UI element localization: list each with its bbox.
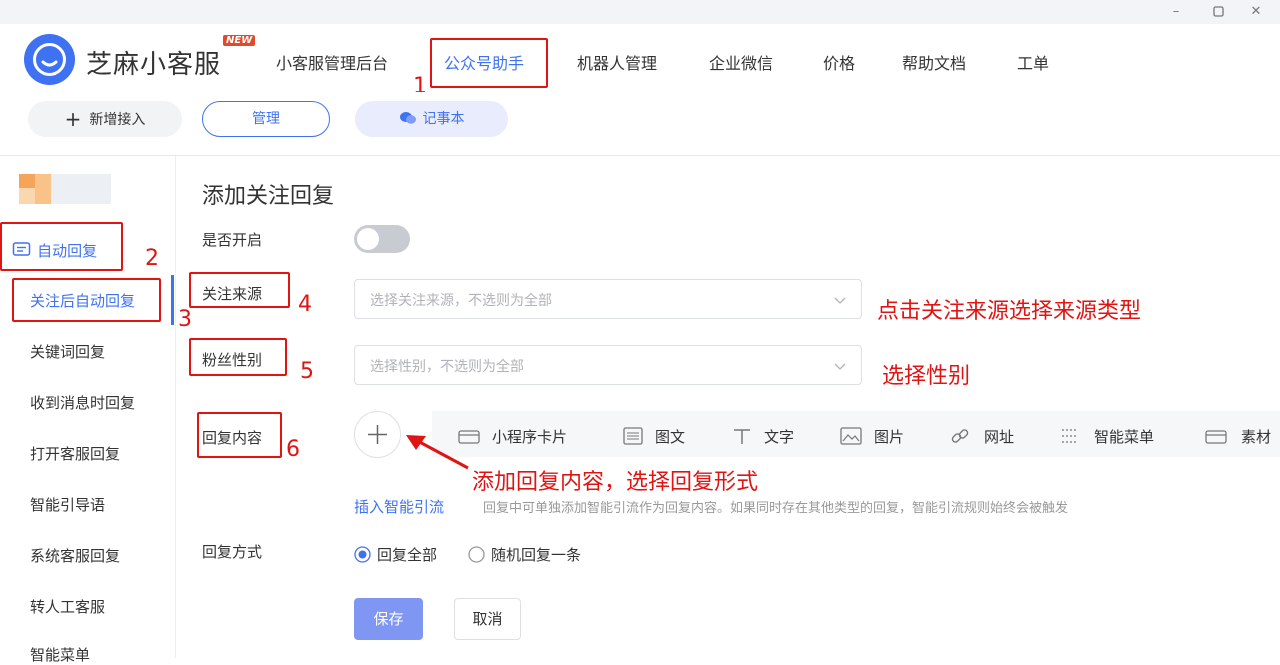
- annotation-number-2: 2: [145, 246, 159, 271]
- annotation-box-nav: [430, 38, 548, 88]
- nav-item-wecom[interactable]: 企业微信: [709, 50, 773, 74]
- source-select-placeholder: 选择关注来源，不选则为全部: [370, 293, 552, 309]
- annotation-number-3: 3: [178, 307, 192, 332]
- chat-icon: [399, 104, 417, 138]
- enable-toggle[interactable]: [354, 225, 410, 253]
- reply-mode-random[interactable]: 随机回复一条: [468, 544, 581, 567]
- plus-icon: +: [64, 107, 82, 131]
- plus-icon: [355, 412, 400, 461]
- reply-mode-all-label: 回复全部: [377, 546, 438, 564]
- reply-mode-all[interactable]: 回复全部: [354, 544, 437, 567]
- reply-mode-random-label: 随机回复一条: [491, 546, 582, 564]
- chevron-down-icon: [833, 358, 847, 377]
- account-avatar[interactable]: [19, 174, 111, 204]
- close-icon[interactable]: ✕: [1246, 2, 1266, 22]
- material-icon: [1205, 429, 1227, 449]
- minimize-icon[interactable]: –: [1166, 2, 1186, 22]
- toggle-knob: [357, 228, 379, 250]
- nav-item-backend[interactable]: 小客服管理后台: [276, 50, 388, 74]
- annotation-number-5: 5: [300, 359, 314, 384]
- annotation-box-content: [197, 412, 282, 458]
- article-icon: [623, 427, 643, 449]
- add-content-button[interactable]: [354, 411, 401, 458]
- annotation-gender-note: 选择性别: [882, 364, 971, 389]
- annotation-box-follow-reply: [12, 278, 161, 322]
- reply-mode-label: 回复方式: [202, 543, 263, 561]
- content-type-article[interactable]: 图文: [623, 426, 685, 449]
- content-type-image[interactable]: 图片: [840, 426, 904, 449]
- insert-smart-flow-link[interactable]: 插入智能引流: [354, 496, 444, 517]
- menu-icon: [1060, 427, 1080, 449]
- annotation-source-note: 点击关注来源选择来源类型: [877, 299, 1142, 324]
- content-type-link[interactable]: 网址: [950, 426, 1014, 449]
- annotation-arrow: [404, 432, 474, 476]
- nav-item-robot-management[interactable]: 机器人管理: [577, 50, 657, 74]
- window-titlebar: [0, 0, 1280, 24]
- radio-checked-icon: [354, 546, 371, 567]
- sidebar-item-system-service-reply[interactable]: 系统客服回复: [30, 545, 120, 566]
- annotation-number-4: 4: [298, 292, 312, 317]
- gender-select[interactable]: 选择性别，不选则为全部: [354, 345, 862, 385]
- chevron-down-icon: [833, 292, 847, 311]
- sidebar-item-message-reply[interactable]: 收到消息时回复: [30, 392, 135, 413]
- annotation-box-gender: [189, 338, 287, 376]
- save-button[interactable]: 保存: [354, 598, 423, 640]
- nav-item-price[interactable]: 价格: [823, 50, 855, 74]
- radio-unchecked-icon: [468, 546, 485, 567]
- cancel-button[interactable]: 取消: [454, 598, 521, 640]
- annotation-box-source: [189, 272, 290, 308]
- content-type-smart-menu[interactable]: 智能菜单: [1060, 426, 1154, 449]
- enable-label: 是否开启: [202, 231, 263, 249]
- sidebar-item-smart-menu[interactable]: 智能菜单: [30, 644, 90, 665]
- toolbar: [0, 92, 1280, 156]
- sidebar-item-human-agent[interactable]: 转人工客服: [30, 596, 105, 617]
- add-access-button[interactable]: + 新增接入: [28, 101, 182, 137]
- maximize-icon[interactable]: [1208, 2, 1228, 22]
- sidebar-item-smart-guide[interactable]: 智能引导语: [30, 494, 105, 515]
- insert-flow-hint: 回复中可单独添加智能引流作为回复内容。如果同时存在其他类型的回复，智能引流规则始…: [483, 501, 1069, 516]
- logo-icon: [24, 34, 75, 85]
- add-access-label: 新增接入: [89, 112, 146, 128]
- content-type-mini-program-card[interactable]: 小程序卡片: [458, 426, 567, 449]
- manage-button[interactable]: 管理: [202, 101, 330, 137]
- new-badge: NEW: [223, 35, 256, 46]
- active-indicator: [171, 275, 174, 325]
- annotation-box-auto-reply: [0, 222, 123, 271]
- nav-item-tickets[interactable]: 工单: [1017, 50, 1049, 74]
- nav-item-help-docs[interactable]: 帮助文档: [902, 50, 966, 74]
- notebook-button[interactable]: 记事本: [355, 101, 508, 137]
- content-type-material[interactable]: 素材: [1205, 426, 1271, 449]
- gender-select-placeholder: 选择性别，不选则为全部: [370, 359, 524, 375]
- page-title: 添加关注回复: [202, 184, 335, 209]
- source-select[interactable]: 选择关注来源，不选则为全部: [354, 279, 862, 319]
- link-icon: [950, 427, 970, 449]
- notebook-label: 记事本: [422, 111, 465, 127]
- text-icon: [732, 427, 752, 449]
- sidebar-item-keyword-reply[interactable]: 关键词回复: [30, 341, 105, 362]
- annotation-content-note: 添加回复内容，选择回复形式: [472, 470, 759, 495]
- sidebar-item-open-service-reply[interactable]: 打开客服回复: [30, 443, 120, 464]
- content-type-text[interactable]: 文字: [732, 426, 794, 449]
- annotation-number-6: 6: [286, 437, 300, 462]
- image-icon: [840, 427, 862, 449]
- brand-name: 芝麻小客服: [86, 50, 222, 80]
